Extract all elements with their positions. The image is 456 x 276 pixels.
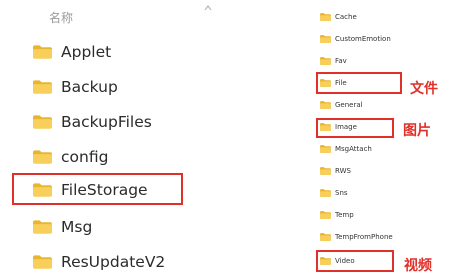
subfolder-name: TempFromPhone	[335, 233, 393, 241]
subfolder-name: RWS	[335, 167, 351, 175]
folder-icon	[320, 167, 331, 175]
subfolder-name: Sns	[335, 189, 348, 197]
subfolder-row[interactable]: MsgAttach	[320, 142, 372, 156]
video-highlight-box	[316, 250, 394, 272]
folder-icon	[33, 150, 52, 164]
folder-icon	[33, 115, 52, 129]
folder-icon	[320, 57, 331, 65]
folder-name: config	[61, 148, 109, 166]
folder-name: Msg	[61, 218, 93, 236]
subfolder-name: Fav	[335, 57, 347, 65]
folder-icon	[33, 45, 52, 59]
folder-icon	[320, 145, 331, 153]
folder-icon	[320, 13, 331, 21]
subfolder-row[interactable]: General	[320, 98, 363, 112]
folder-row[interactable]: BackupFiles	[33, 109, 152, 135]
subfolder-row[interactable]: TempFromPhone	[320, 230, 393, 244]
subfolder-name: CustomEmotion	[335, 35, 391, 43]
filestorage-highlight-box	[12, 173, 183, 205]
subfolder-row[interactable]: Cache	[320, 10, 357, 24]
folder-row[interactable]: Applet	[33, 39, 111, 65]
subfolder-row[interactable]: Fav	[320, 54, 347, 68]
folder-icon	[320, 233, 331, 241]
subfolder-row[interactable]: Sns	[320, 186, 348, 200]
folder-name: Backup	[61, 78, 118, 96]
subfolder-row[interactable]: RWS	[320, 164, 351, 178]
subfolder-name: General	[335, 101, 363, 109]
folder-row[interactable]: config	[33, 144, 108, 170]
folder-icon	[320, 35, 331, 43]
folder-icon	[320, 211, 331, 219]
folder-icon	[320, 189, 331, 197]
folder-name: Applet	[61, 43, 112, 61]
folder-row[interactable]: Backup	[33, 74, 118, 100]
folder-name: BackupFiles	[61, 113, 152, 131]
file-highlight-box	[316, 72, 402, 94]
folder-icon	[33, 80, 52, 94]
folder-icon	[320, 101, 331, 109]
folder-row[interactable]: Msg	[33, 214, 92, 240]
subfolder-name: MsgAttach	[335, 145, 372, 153]
sort-up-icon	[204, 5, 212, 11]
file-annotation: 文件	[410, 81, 438, 97]
video-annotation: 视频	[404, 258, 432, 274]
image-highlight-box	[316, 118, 394, 138]
subfolder-name: Cache	[335, 13, 357, 21]
folder-row[interactable]: ResUpdateV2	[33, 249, 165, 275]
folder-icon	[33, 255, 52, 269]
name-column-header[interactable]: 名称	[49, 9, 73, 26]
folder-name: ResUpdateV2	[61, 253, 166, 271]
subfolder-row[interactable]: Temp	[320, 208, 354, 222]
image-annotation: 图片	[403, 123, 431, 139]
subfolder-row[interactable]: CustomEmotion	[320, 32, 391, 46]
folder-icon	[33, 220, 52, 234]
subfolder-name: Temp	[335, 211, 354, 219]
